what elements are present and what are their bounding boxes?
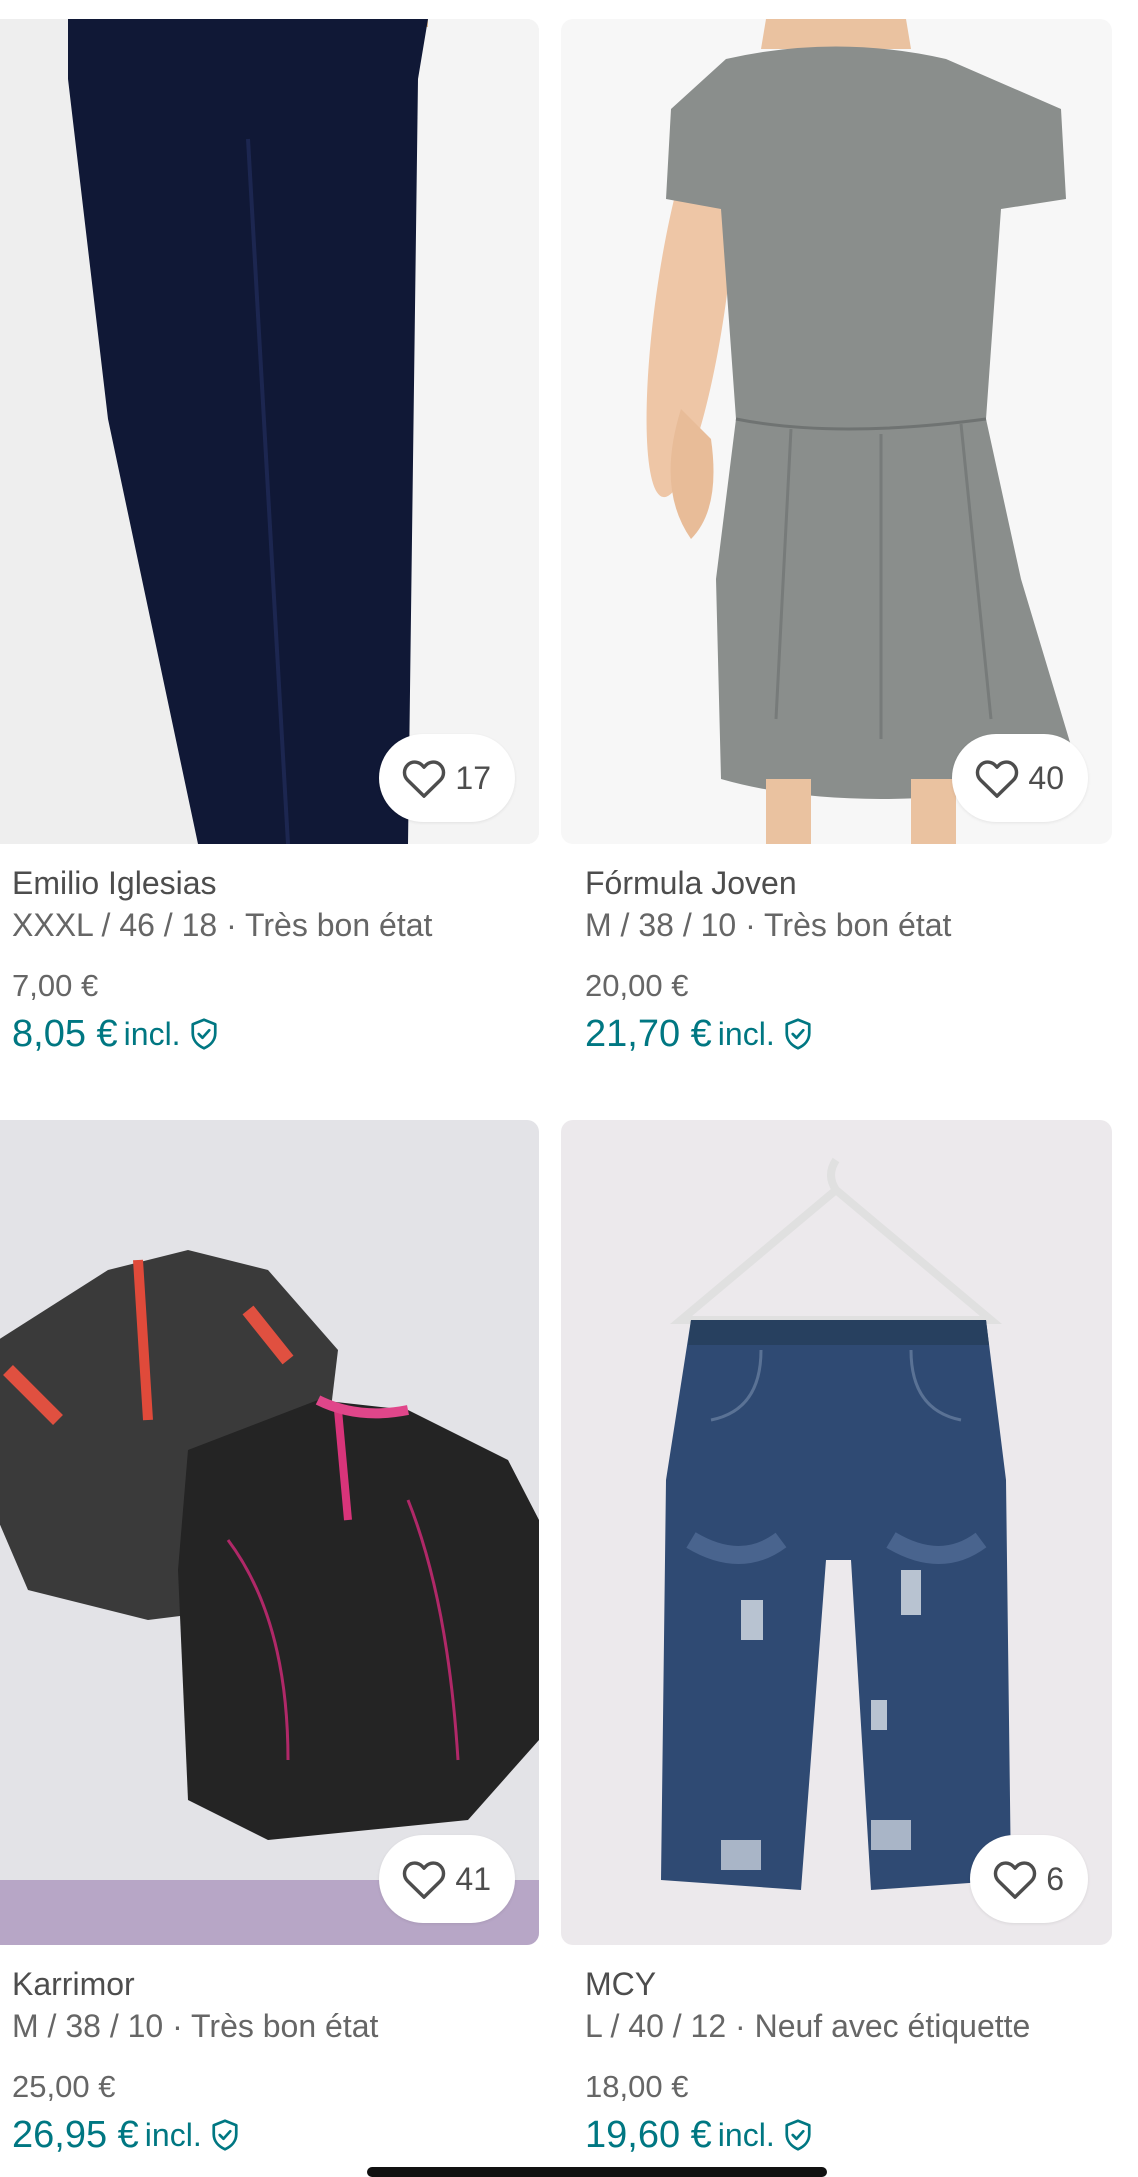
item-brand: MCY — [585, 1966, 657, 2002]
item-price-incl: 8,05 € — [12, 1013, 118, 1055]
shield-check-icon — [785, 1018, 811, 1050]
favorite-count: 41 — [455, 1860, 491, 1897]
favorite-count: 40 — [1028, 759, 1064, 796]
favorite-button[interactable]: 41 — [379, 1835, 515, 1923]
item-details: M / 38 / 10 · Très bon état — [585, 907, 952, 943]
shield-check-icon — [212, 2119, 238, 2151]
heart-icon — [993, 1861, 1037, 1899]
item-card[interactable]: 6 MCY L / 40 / 12 · Neuf avec étiquette … — [561, 1120, 1112, 2159]
home-indicator[interactable] — [367, 2167, 827, 2177]
item-grid: 17 Emilio Iglesias XXXL / 46 / 18 · Très… — [0, 0, 1138, 2172]
price-incl-protection[interactable]: 19,60 € incl. — [585, 2111, 1112, 2159]
item-info: Emilio Iglesias XXXL / 46 / 18 · Très bo… — [0, 862, 539, 1058]
item-brand: Karrimor — [12, 1966, 135, 2002]
shield-check-icon — [190, 1018, 217, 1050]
item-price: 18,00 € — [585, 2069, 689, 2104]
item-price: 7,00 € — [12, 968, 99, 1003]
item-price-incl: 19,60 € — [585, 2114, 712, 2156]
grey-dress-photo — [561, 19, 1112, 844]
item-price: 20,00 € — [585, 968, 689, 1003]
ripped-jeans-photo — [561, 1120, 1112, 1945]
incl-label: incl. — [717, 2116, 775, 2153]
item-details: L / 40 / 12 · Neuf avec étiquette — [585, 2008, 1031, 2044]
incl-label: incl. — [144, 2116, 202, 2153]
heart-icon — [976, 760, 1019, 798]
item-price: 25,00 € — [12, 2069, 116, 2104]
item-card[interactable]: 17 Emilio Iglesias XXXL / 46 / 18 · Très… — [0, 19, 539, 1058]
price-incl-protection[interactable]: 26,95 € incl. — [12, 2111, 539, 2159]
item-photo[interactable]: 17 — [0, 19, 539, 844]
favorite-button[interactable]: 17 — [379, 734, 515, 822]
heart-icon — [403, 760, 446, 798]
heart-icon — [403, 1861, 446, 1899]
item-info: Fórmula Joven M / 38 / 10 · Très bon éta… — [561, 862, 1112, 1058]
favorite-button[interactable]: 6 — [970, 1835, 1088, 1923]
item-card[interactable]: 40 Fórmula Joven M / 38 / 10 · Très bon … — [561, 19, 1112, 1058]
favorite-count: 6 — [1046, 1860, 1064, 1897]
sport-jackets-photo — [0, 1120, 539, 1945]
item-photo[interactable]: 41 — [0, 1120, 539, 1945]
navy-trousers-photo — [0, 19, 539, 844]
favorite-count: 17 — [455, 759, 491, 796]
item-price-incl: 26,95 € — [12, 2114, 139, 2156]
item-details: M / 38 / 10 · Très bon état — [12, 2008, 379, 2044]
price-incl-protection[interactable]: 21,70 € incl. — [585, 1010, 1112, 1058]
favorite-button[interactable]: 40 — [952, 734, 1088, 822]
item-details: XXXL / 46 / 18 · Très bon état — [12, 907, 433, 943]
item-photo[interactable]: 6 — [561, 1120, 1112, 1945]
item-photo[interactable]: 40 — [561, 19, 1112, 844]
item-brand: Emilio Iglesias — [12, 865, 217, 901]
incl-label: incl. — [123, 1015, 181, 1052]
item-brand: Fórmula Joven — [585, 865, 797, 901]
item-price-incl: 21,70 € — [585, 1013, 712, 1055]
shield-check-icon — [785, 2119, 811, 2151]
item-info: MCY L / 40 / 12 · Neuf avec étiquette 18… — [561, 1963, 1112, 2159]
item-card[interactable]: 41 Karrimor M / 38 / 10 · Très bon état … — [0, 1120, 539, 2159]
incl-label: incl. — [717, 1015, 775, 1052]
price-incl-protection[interactable]: 8,05 € incl. — [12, 1010, 539, 1058]
item-info: Karrimor M / 38 / 10 · Très bon état 25,… — [0, 1963, 539, 2159]
